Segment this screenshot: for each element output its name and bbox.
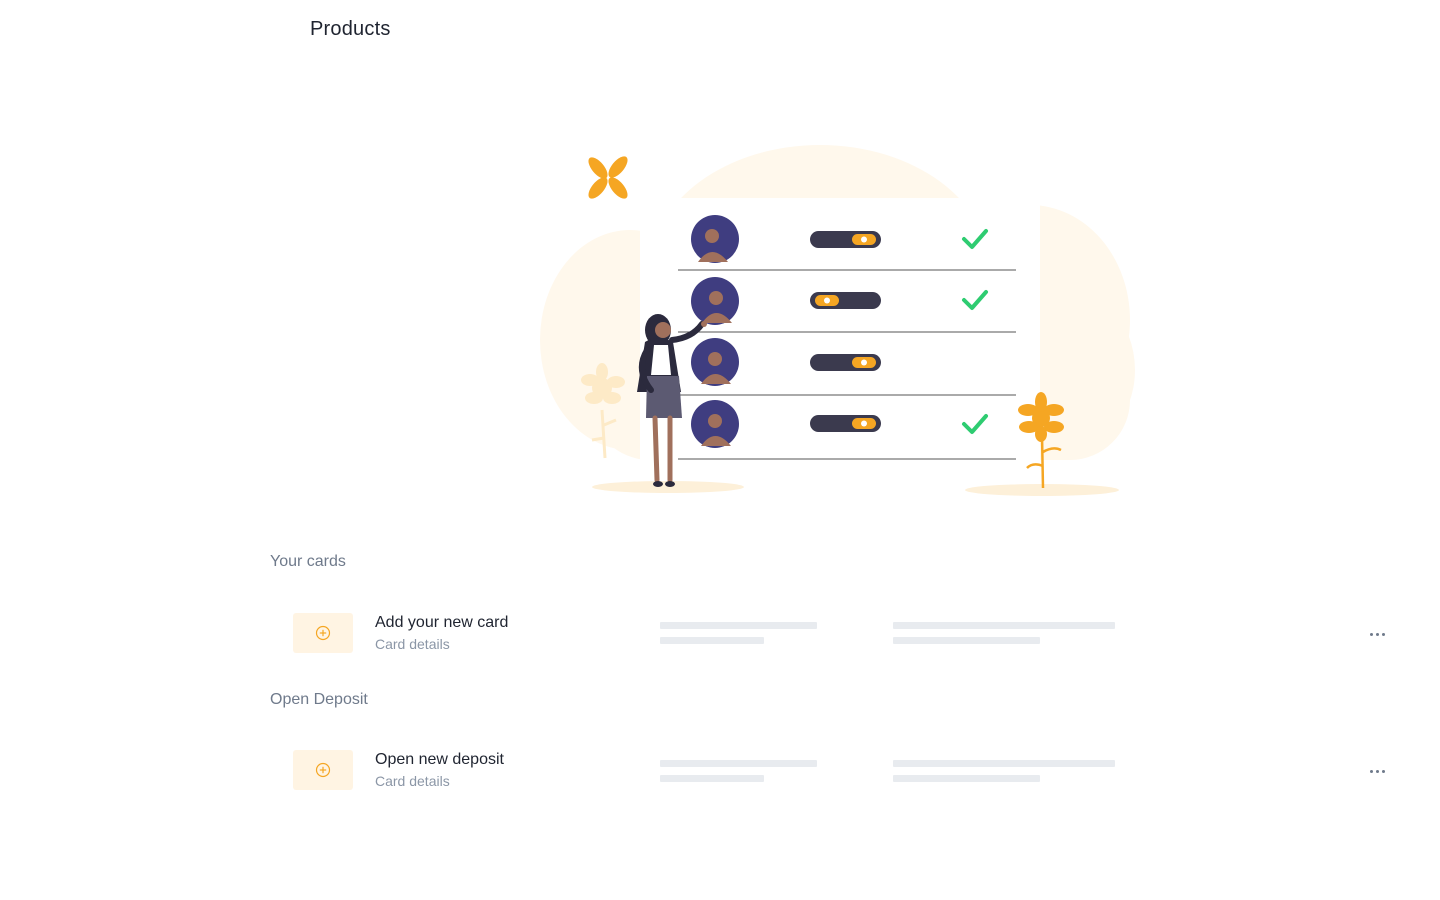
more-options-button[interactable] [1365,759,1389,783]
open-deposit-button[interactable] [293,750,353,790]
add-card-button[interactable] [293,613,353,653]
skeleton-line [893,775,1040,782]
more-dots-icon [1369,769,1373,773]
skeleton-line [660,760,817,767]
skeleton-line [660,775,764,782]
open-deposit-subtitle: Card details [375,773,450,789]
skeleton-line [893,622,1115,629]
skeleton-line [660,622,817,629]
add-card-subtitle: Card details [375,636,450,652]
skeleton-line [660,637,764,644]
more-options-button[interactable] [1365,622,1389,646]
section-title-open-deposit: Open Deposit [270,691,368,708]
add-card-row[interactable]: Add your new card Card details [270,610,1400,670]
plus-circle-icon [315,625,331,641]
plus-circle-icon [315,762,331,778]
people-checklist-illustration [540,145,1135,496]
skeleton-line [893,760,1115,767]
section-title-your-cards: Your cards [270,553,346,570]
add-card-title[interactable]: Add your new card [375,614,508,632]
open-deposit-row[interactable]: Open new deposit Card details [270,747,1400,807]
more-dots-icon [1369,632,1373,636]
more-dots-icon [1381,632,1385,636]
page-title: Products [310,18,391,40]
more-dots-icon [1375,632,1379,636]
open-deposit-title[interactable]: Open new deposit [375,751,504,769]
skeleton-line [893,637,1040,644]
more-dots-icon [1381,769,1385,773]
more-dots-icon [1375,769,1379,773]
